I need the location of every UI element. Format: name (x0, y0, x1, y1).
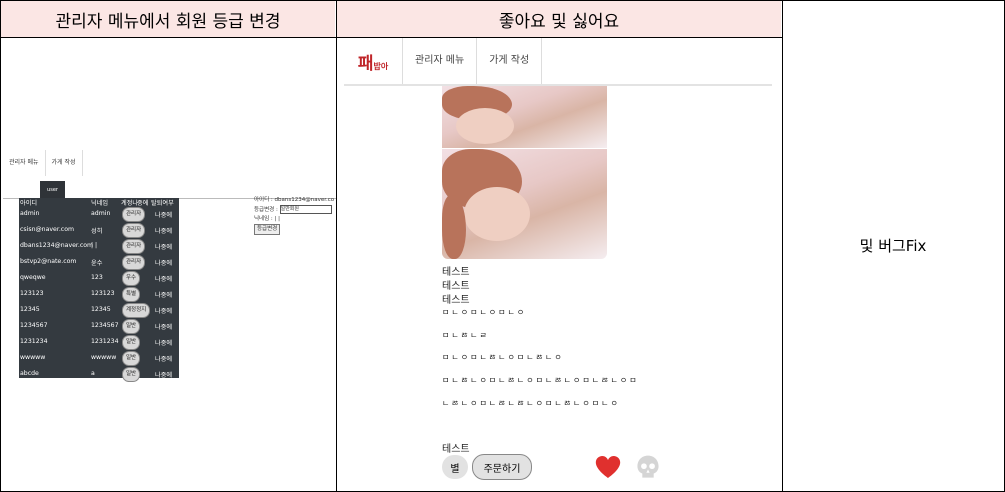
grade-change-button[interactable]: 등급변경 (254, 224, 281, 235)
cell-id: 1231234 (20, 338, 48, 345)
table-row: qweqwe 123 우수 나중에 (19, 270, 179, 286)
review-jamo: ㅁㄴㅇㅁㄴㅀㄴㅇㅁㄴㅀㄴㅇ (442, 353, 564, 362)
cell-id: abcde (20, 370, 39, 377)
grade-badge-button[interactable]: 일반 (122, 367, 141, 382)
table-header-row: 아이디 닉네임 계정나 중에 탈퇴여부 (19, 198, 179, 207)
grade-change-form: 아이디 : dbans1234@naver.co 등급변경 : 일반회원 닉네임… (254, 196, 334, 235)
cell-id: wwwww (20, 354, 46, 361)
review-jamo: ㅁㄴㅀㄴㅇㅁㄴㅀㄴㅇㅁㄴㅀㄴㅇㅁㄴㅀㄴㅇㅁ (442, 376, 639, 385)
cell-status: 나중에 (155, 292, 173, 299)
cell-status: 나중에 (155, 324, 173, 331)
order-button[interactable]: 주문하기 (472, 454, 532, 480)
table-row: admin admin 관리자 나중에 (19, 206, 179, 222)
grade-badge-button[interactable]: 일반 (122, 335, 141, 350)
like-dislike-screenshot: 패밥아 관리자 메뉴 가게 작성 테스트 테스트 테스트 ㅁㄴㅇㅁㄴㅇㅁㄴㅇ ㅁ… (337, 38, 782, 489)
cell-id: bstvp2@nate.com (20, 258, 77, 265)
cell-nick: 성히 (91, 228, 103, 235)
cell-nick: 1231234 (91, 338, 119, 345)
bugfix-note: 및 버그Fix (859, 236, 927, 255)
grade-badge-button[interactable]: 특별 (122, 287, 141, 302)
table-row: 12345 12345 계정정지 나중에 (19, 302, 179, 318)
review-text: 테스트 (442, 281, 470, 292)
review-jamo: ㅁㄴㅇㅁㄴㅇㅁㄴㅇ (442, 308, 527, 317)
site-logo[interactable]: 패밥아 (344, 49, 402, 74)
cell-nick: 윤수 (91, 260, 103, 267)
table-row: wwwww wwwww 일반 나중에 (19, 350, 179, 366)
review-text: 테스트 (442, 295, 470, 306)
header-like-dislike: 좋아요 및 싫어요 (337, 1, 781, 37)
grade-badge-button[interactable]: 계정정지 (122, 303, 151, 318)
nav-admin-menu[interactable]: 관리자 메뉴 (3, 150, 46, 176)
cell-status: 나중에 (155, 260, 173, 267)
admin-grade-screenshot: 관리자 메뉴 가게 작성 user 아이디 닉네임 계정나 중에 탈퇴여부 ad… (3, 38, 336, 488)
nav-store-write[interactable]: 가게 작성 (46, 150, 83, 176)
cell-nick: 1234567 (91, 322, 119, 329)
review-photo-1 (442, 86, 607, 148)
review-jamo: ㅁㄴㅀㄴㄹ (442, 331, 489, 340)
grade-badge-button[interactable]: 일반 (122, 319, 141, 334)
cell-nick: wwwww (91, 354, 117, 361)
form-nick-line: 닉네임 : | | (254, 216, 280, 222)
skull-icon[interactable] (635, 454, 661, 480)
grade-badge-button[interactable]: 관리자 (122, 239, 146, 254)
table-row: 123123 123123 특별 나중에 (19, 286, 179, 302)
review-text: 테스트 (442, 444, 470, 455)
cell-id: 12345 (20, 306, 40, 313)
cell-nick: 12345 (91, 306, 111, 313)
cell-nick: 123123 (91, 290, 115, 297)
grade-badge-button[interactable]: 일반 (122, 351, 141, 366)
grade-badge-button[interactable]: 관리자 (122, 207, 146, 222)
cell-status: 나중에 (155, 228, 173, 235)
review-photo-2 (442, 149, 607, 259)
cell-id: qweqwe (20, 274, 46, 281)
header-admin-grade: 관리자 메뉴에서 회원 등급 변경 (1, 1, 335, 37)
table-row: 1234567 1234567 일반 나중에 (19, 318, 179, 334)
table-row: csisn@naver.com 성히 관리자 나중에 (19, 222, 179, 238)
cell-id: 1234567 (20, 322, 48, 329)
table-row: 1231234 1231234 일반 나중에 (19, 334, 179, 350)
cell-status: 나중에 (155, 340, 173, 347)
grade-badge-button[interactable]: 관리자 (122, 223, 146, 238)
review-jamo: ㄴㅀㄴㅇㅁㄴㅀㄴㅀㄴㅇㅁㄴㅀㄴㅇㅁㄴㅇ (442, 399, 620, 408)
star-button[interactable]: 별 (442, 455, 468, 479)
cell-id: csisn@naver.com (20, 226, 75, 233)
admin-nav: 관리자 메뉴 가게 작성 (3, 150, 336, 176)
cell-status: 나중에 (155, 308, 173, 315)
table-row: abcde a 일반 나중에 (19, 366, 179, 382)
grade-label: 등급변경 : (254, 207, 278, 213)
cell-status: 나중에 (155, 372, 173, 379)
review-text: 테스트 (442, 267, 470, 278)
cell-nick: a (91, 370, 95, 377)
cell-status: 나중에 (155, 356, 173, 363)
cell-nick: admin (91, 210, 111, 217)
cell-status: 나중에 (155, 212, 173, 219)
grade-select[interactable]: 일반회원 (279, 205, 332, 214)
cell-status: 나중에 (155, 244, 173, 251)
cell-nick: | | (91, 242, 98, 249)
nav-store-write[interactable]: 가게 작성 (476, 38, 543, 84)
grade-badge-button[interactable]: 관리자 (122, 255, 146, 270)
tab-user[interactable]: user (40, 181, 65, 198)
cell-status: 나중에 (155, 276, 173, 283)
cell-id: dbans1234@naver.com (20, 242, 94, 249)
cell-id: 123123 (20, 290, 44, 297)
grade-badge-button[interactable]: 우수 (122, 271, 141, 286)
table-row: dbans1234@naver.com | | 관리자 나중에 (19, 238, 179, 254)
nav-admin-menu[interactable]: 관리자 메뉴 (402, 38, 476, 84)
cell-nick: 123 (91, 274, 103, 281)
heart-icon[interactable] (595, 455, 621, 479)
action-row: 별 주문하기 (442, 454, 532, 480)
site-nav: 패밥아 관리자 메뉴 가게 작성 (344, 38, 772, 86)
form-id-line: 아이디 : dbans1234@naver.co (254, 197, 335, 203)
cell-id: admin (20, 210, 40, 217)
member-table: 아이디 닉네임 계정나 중에 탈퇴여부 admin admin 관리자 나중에 csis… (19, 198, 179, 382)
table-row: bstvp2@nate.com 윤수 관리자 나중에 (19, 254, 179, 270)
